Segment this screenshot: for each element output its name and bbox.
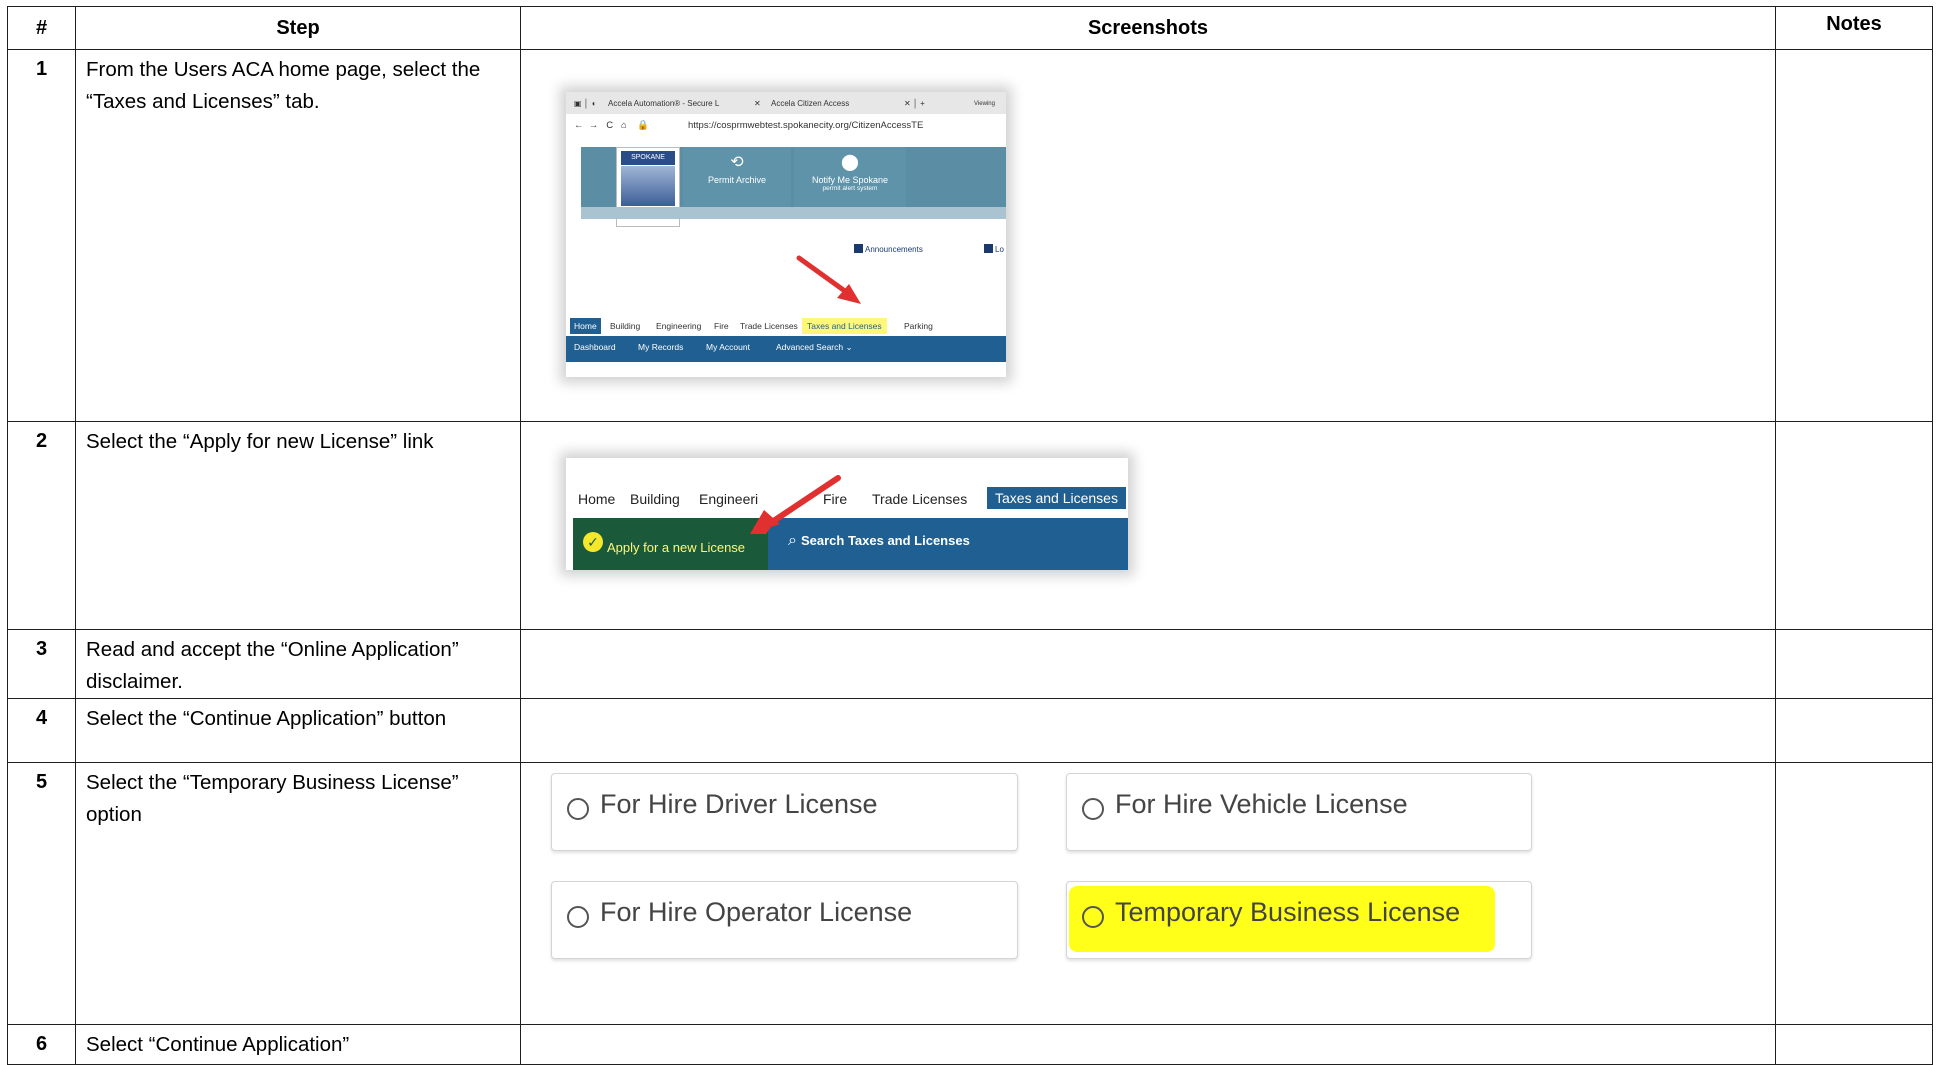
main-nav: Home Building Engineeri Fire Trade Licen…: [566, 486, 1128, 516]
nav-trade-licenses: Trade Licenses: [740, 321, 798, 331]
screenshot-cell: For Hire Driver License For Hire Vehicle…: [520, 762, 1776, 1025]
nav-taxes-and-licenses: Taxes and Licenses: [987, 487, 1126, 509]
nav-engineering: Engineering: [656, 321, 702, 331]
nav-home: Home: [570, 318, 601, 334]
notes-cell: [1775, 698, 1933, 763]
steps-table: # Step Screenshots Notes 1 From the User…: [7, 6, 1933, 1065]
announcement-icon: [854, 244, 863, 253]
table-row: 6 Select “Continue Application”: [7, 1024, 1933, 1065]
search-taxes-link: ⌕ Search Taxes and Licenses: [788, 532, 970, 549]
nav-home: Home: [578, 491, 616, 507]
option-temporary-business: Temporary Business License: [1066, 881, 1532, 959]
row-number: 3: [7, 629, 76, 699]
screenshot-home-page: ▣ │ ◖ Accela Automation® - Secure L ✕ Ac…: [566, 92, 1006, 377]
red-arrow-icon: [796, 255, 861, 304]
row-step-text: Select the “Apply for new License” link: [75, 421, 521, 630]
login-link: Lo: [984, 244, 1004, 254]
header-row: # Step Screenshots Notes: [7, 6, 1933, 50]
nav-fire: Fire: [714, 321, 729, 331]
table-row: 1 From the Users ACA home page, select t…: [7, 49, 1933, 422]
row-number: 2: [7, 421, 76, 630]
row-number: 1: [7, 49, 76, 422]
row-step-text: Select the “Continue Application” button: [75, 698, 521, 763]
option-for-hire-driver: For Hire Driver License: [551, 773, 1018, 851]
nav-arrows-icon: ← → C ⌂ 🔒: [574, 120, 650, 131]
nav-taxes-and-licenses: Taxes and Licenses: [802, 318, 887, 334]
header-num: #: [7, 6, 76, 50]
close-icon: ✕: [754, 99, 761, 108]
nav-building: Building: [610, 321, 641, 331]
main-nav: Home Building Engineering Fire Trade Lic…: [566, 314, 1006, 336]
user-icon: [984, 244, 993, 253]
table-row: 3 Read and accept the “Online Applicatio…: [7, 629, 1933, 699]
row-step-text: Read and accept the “Online Application”…: [75, 629, 521, 699]
radio-icon: [1082, 798, 1104, 820]
sub-nav: ✓ Apply for a new License ⌕ Search Taxes …: [573, 518, 1128, 570]
screenshot-cell: [520, 629, 1776, 699]
subnav-advanced-search: Advanced Search ⌄: [776, 342, 853, 352]
browser-tab-1: Accela Automation® - Secure L: [608, 99, 720, 108]
apply-new-license-link: ✓ Apply for a new License: [573, 518, 768, 570]
option-for-hire-operator: For Hire Operator License: [551, 881, 1018, 959]
row-step-text: Select “Continue Application”: [75, 1024, 521, 1065]
notes-cell: [1775, 421, 1933, 630]
url-text: https://cosprmwebtest.spokanecity.org/Ci…: [688, 120, 924, 131]
search-icon: ⌕: [788, 532, 797, 549]
radio-icon: [567, 906, 589, 928]
logo-text: SPOKANE: [621, 151, 675, 165]
tab-icon: ▣ │ ◖: [574, 99, 596, 108]
subnav-dashboard: Dashboard: [574, 342, 616, 352]
permit-archive-tile: ⟲ Permit Archive: [683, 147, 791, 207]
history-icon: ⟲: [730, 154, 744, 171]
browser-url-bar: ← → C ⌂ 🔒 https://cosprmwebtest.spokanec…: [566, 114, 1006, 138]
radio-icon: [567, 798, 589, 820]
table-row: 2 Select the “Apply for new License” lin…: [7, 421, 1933, 630]
radio-icon: [1082, 906, 1104, 928]
header-notes: Notes: [1775, 6, 1933, 50]
nav-parking: Parking: [904, 321, 933, 331]
browser-tab-2: Accela Citizen Access: [771, 99, 850, 108]
screenshot-apply-link: Home Building Engineeri Fire Trade Licen…: [566, 458, 1128, 570]
notes-cell: [1775, 762, 1933, 1025]
screenshot-cell: [520, 698, 1776, 763]
notes-cell: [1775, 629, 1933, 699]
nav-engineering: Engineeri: [699, 491, 759, 507]
close-icon: ✕ │ +: [904, 99, 925, 108]
notify-me-tile: ⬤ Notify Me Spokane permit alert system: [794, 147, 906, 207]
option-for-hire-vehicle: For Hire Vehicle License: [1066, 773, 1532, 851]
nav-building: Building: [630, 491, 680, 507]
row-number: 4: [7, 698, 76, 763]
table-row: 5 Select the “Temporary Business License…: [7, 762, 1933, 1025]
location-pin-icon: ⬤: [841, 154, 859, 171]
header-step: Step: [75, 6, 521, 50]
nav-trade-licenses: Trade Licenses: [872, 491, 968, 507]
table-row: 4 Select the “Continue Application” butt…: [7, 698, 1933, 763]
row-number: 6: [7, 1024, 76, 1065]
viewing-label: Viewing: [974, 101, 995, 107]
notes-cell: [1775, 1024, 1933, 1065]
screenshot-cell: Home Building Engineeri Fire Trade Licen…: [520, 421, 1776, 630]
row-step-text: From the Users ACA home page, select the…: [75, 49, 521, 422]
announcements-link: Announcements: [854, 244, 923, 254]
checkmark-icon: ✓: [583, 532, 603, 552]
subnav-my-account: My Account: [706, 342, 750, 352]
sub-nav: Dashboard My Records My Account Advanced…: [566, 336, 1006, 362]
screenshot-cell: ▣ │ ◖ Accela Automation® - Secure L ✕ Ac…: [520, 49, 1776, 422]
row-number: 5: [7, 762, 76, 1025]
notes-cell: [1775, 49, 1933, 422]
browser-tab-bar: ▣ │ ◖ Accela Automation® - Secure L ✕ Ac…: [566, 92, 1006, 114]
screenshot-cell: [520, 1024, 1776, 1065]
subnav-my-records: My Records: [638, 342, 684, 352]
header-screenshots: Screenshots: [520, 6, 1776, 50]
nav-fire: Fire: [823, 491, 848, 507]
row-step-text: Select the “Temporary Business License” …: [75, 762, 521, 1025]
